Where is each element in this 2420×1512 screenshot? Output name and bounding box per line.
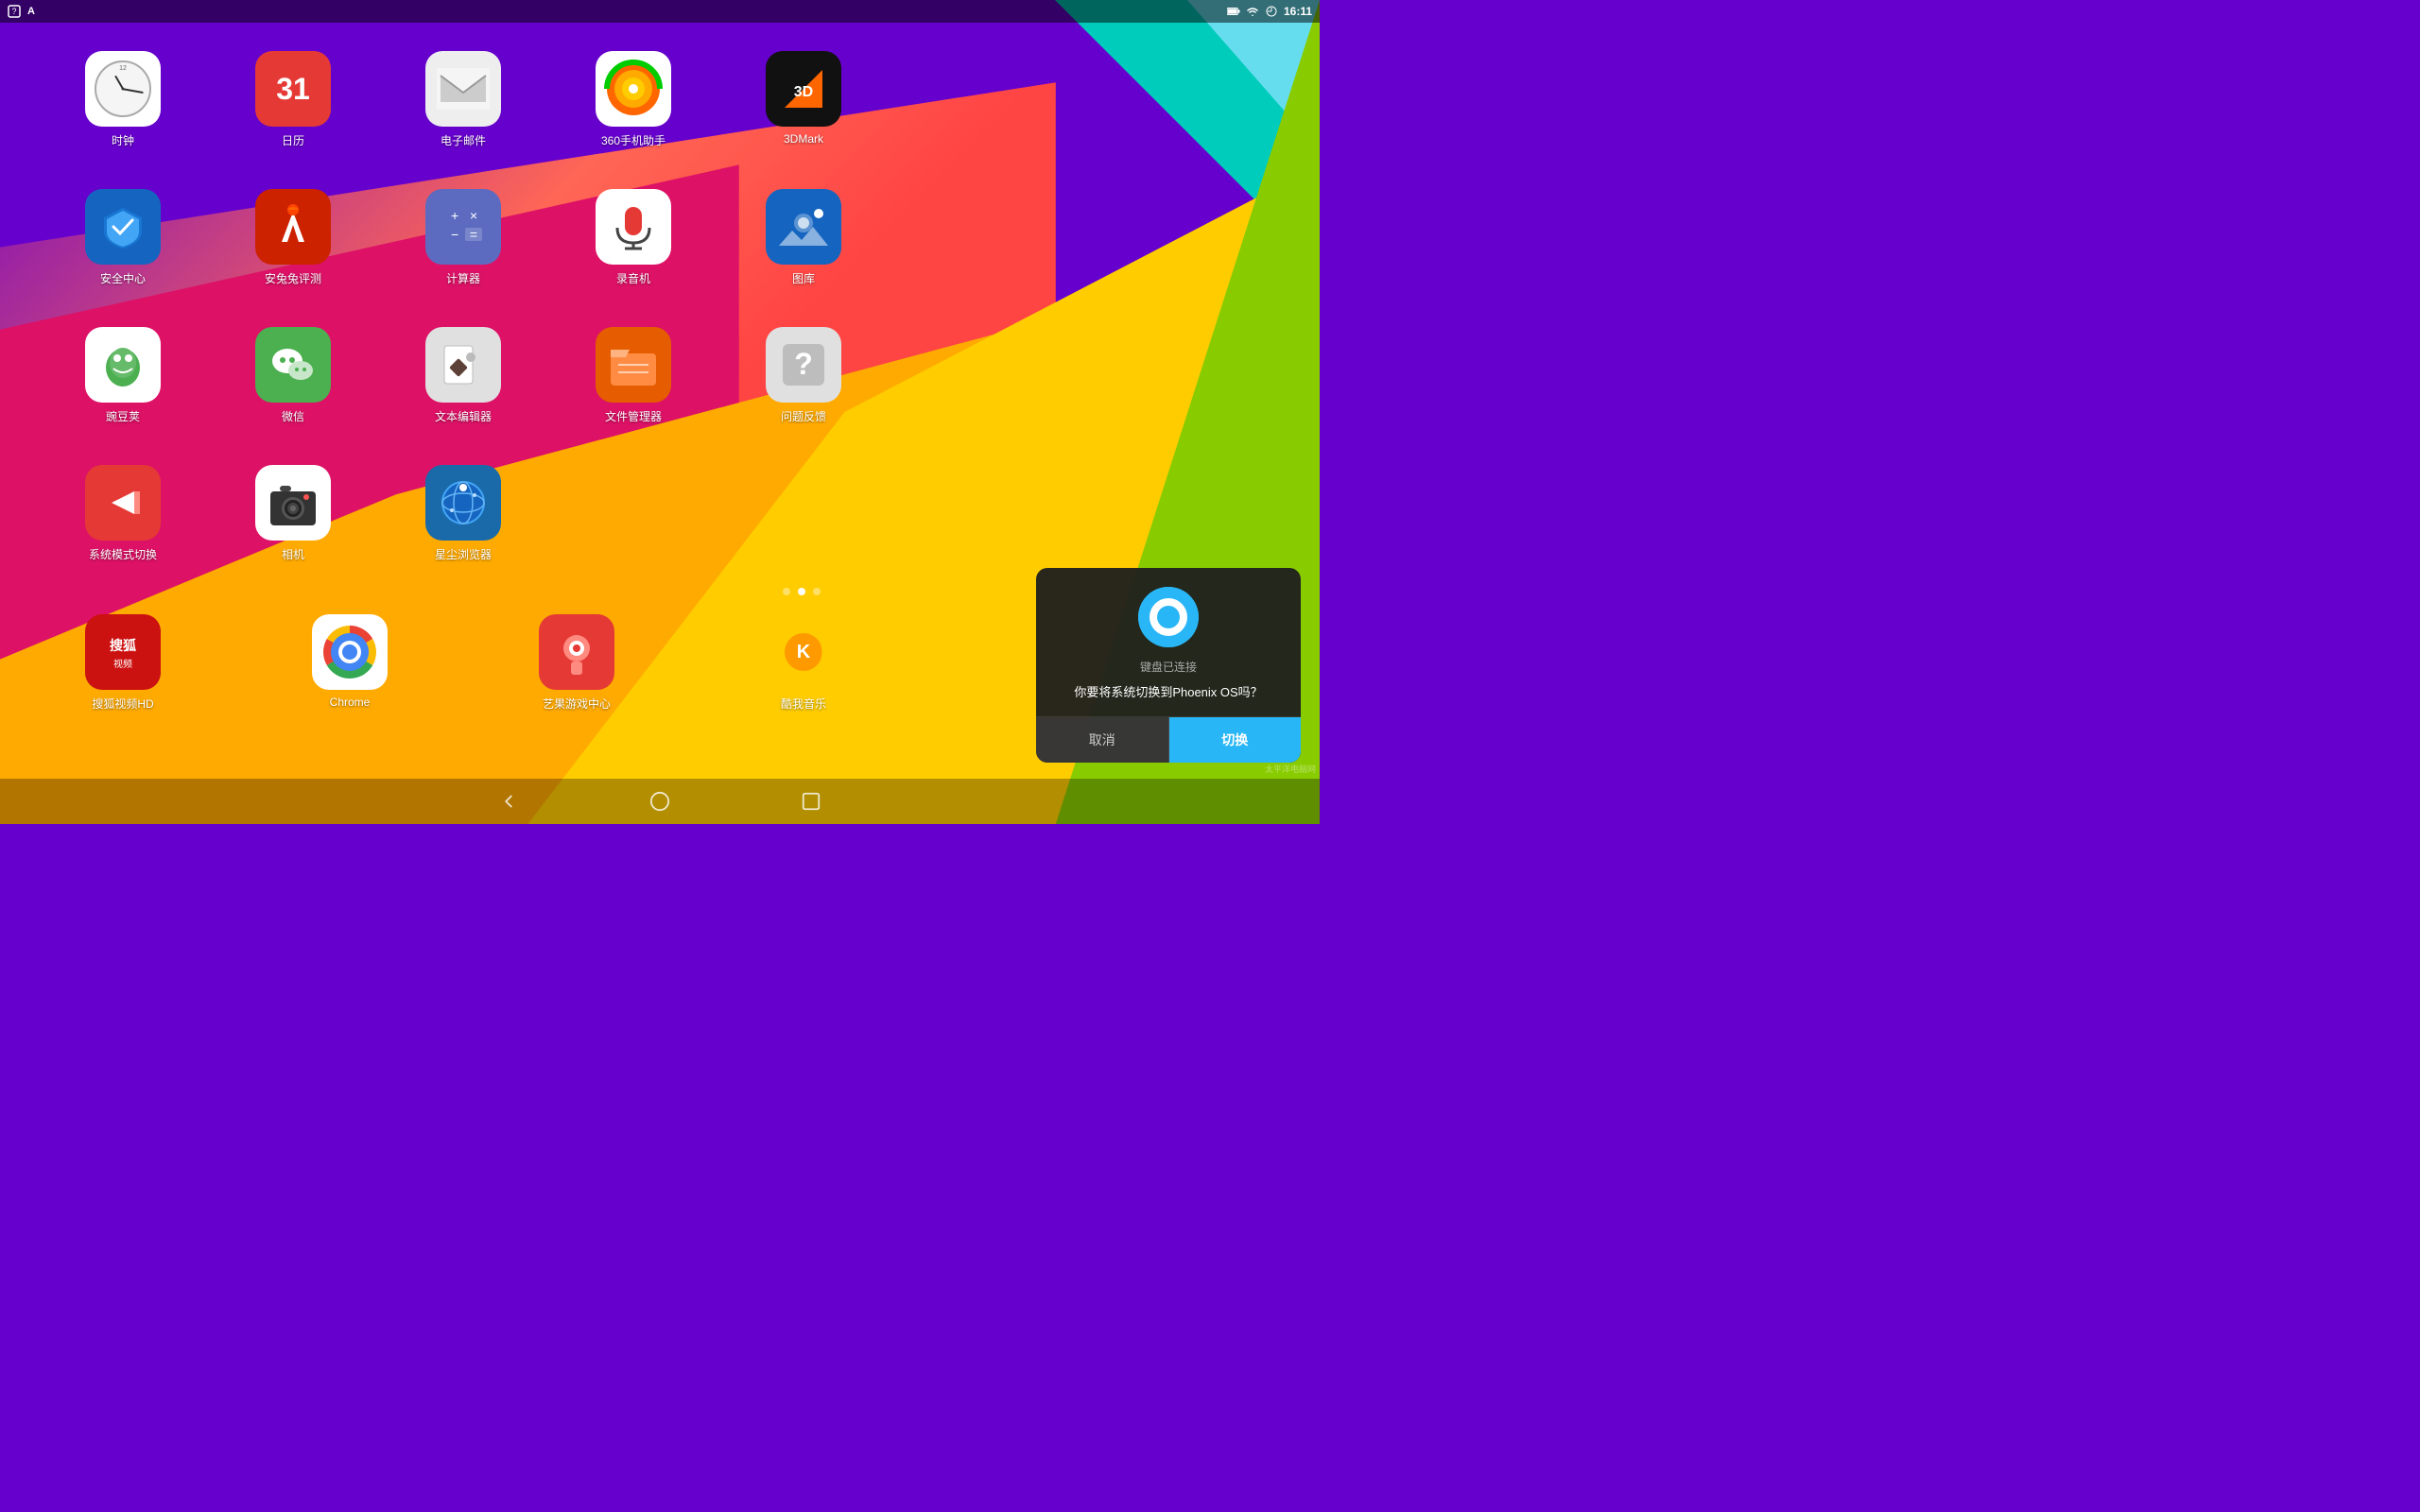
watermark: 太平洋电脑网 xyxy=(1265,763,1316,775)
a-icon: A xyxy=(25,5,38,18)
recents-button[interactable] xyxy=(792,782,830,820)
wifi-icon xyxy=(1246,5,1259,18)
status-bar-right: 16:11 xyxy=(1227,5,1312,18)
page-dot-2[interactable] xyxy=(798,588,805,595)
navigation-bar xyxy=(0,779,1320,824)
dialog-header: 键盘已连接 xyxy=(1036,568,1301,684)
app-calendar[interactable]: 31 日历 xyxy=(227,51,359,174)
dialog-buttons: 取消 切换 xyxy=(1036,716,1301,763)
app-wechat[interactable]: 微信 xyxy=(227,327,359,450)
app-wandoujia[interactable]: 豌豆荚 xyxy=(57,327,189,450)
app-camera[interactable]: 相机 xyxy=(227,465,359,588)
status-bar-left: ? A xyxy=(8,5,38,18)
phoenix-os-dialog: 键盘已连接 你要将系统切换到Phoenix OS吗？ 取消 切换 xyxy=(1036,568,1301,763)
app-chrome[interactable]: Chrome xyxy=(284,614,416,712)
app-filemanager[interactable]: 文件管理器 xyxy=(567,327,700,450)
svg-text:?: ? xyxy=(11,7,16,16)
app-gallery[interactable]: 图库 xyxy=(737,189,870,312)
dialog-message: 你要将系统切换到Phoenix OS吗？ xyxy=(1036,684,1301,716)
app-360[interactable]: 360手机助手 xyxy=(567,51,700,174)
svg-text:?: ? xyxy=(794,347,813,381)
question-icon: ? xyxy=(8,5,21,18)
app-clock[interactable]: 12 时钟 xyxy=(57,51,189,174)
app-stardust[interactable]: 星尘浏览器 xyxy=(397,465,529,588)
svg-text:视频: 视频 xyxy=(113,658,132,670)
battery-icon xyxy=(1227,5,1240,18)
dialog-cancel-button[interactable]: 取消 xyxy=(1036,717,1169,763)
svg-text:×: × xyxy=(470,208,477,223)
app-calculator[interactable]: + × − = 计算器 xyxy=(397,189,529,312)
app-switcher[interactable]: 系统模式切换 xyxy=(57,465,189,588)
page-dot-3[interactable] xyxy=(813,588,821,595)
back-button[interactable] xyxy=(490,782,527,820)
app-kugou[interactable]: K 酷我音乐 xyxy=(737,614,870,712)
app-security[interactable]: 安全中心 xyxy=(57,189,189,312)
page-dot-1[interactable] xyxy=(783,588,790,595)
app-aigo[interactable]: 艺果游戏中心 xyxy=(510,614,643,712)
dialog-confirm-button[interactable]: 切换 xyxy=(1169,717,1302,763)
signal-icon xyxy=(1265,5,1278,18)
app-3dmark[interactable]: 3D 3DMark xyxy=(737,51,870,174)
dialog-avatar xyxy=(1138,587,1199,647)
svg-text:搜狐: 搜狐 xyxy=(110,638,136,653)
svg-text:−: − xyxy=(451,227,458,242)
svg-text:=: = xyxy=(470,227,477,242)
app-antutu[interactable]: 安兔兔评测 xyxy=(227,189,359,312)
home-button[interactable] xyxy=(641,782,679,820)
app-sohu[interactable]: 搜狐 视频 搜狐视频HD xyxy=(57,614,189,712)
svg-text:K: K xyxy=(797,642,811,662)
app-email[interactable]: 电子邮件 xyxy=(397,51,529,174)
svg-text:+: + xyxy=(451,208,458,223)
svg-text:3D: 3D xyxy=(794,84,813,100)
app-feedback[interactable]: ? 问题反馈 xyxy=(737,327,870,450)
app-recorder[interactable]: 录音机 xyxy=(567,189,700,312)
status-bar: ? A 16:11 xyxy=(0,0,1320,23)
status-time: 16:11 xyxy=(1284,5,1312,18)
dialog-title-small: 键盘已连接 xyxy=(1140,659,1197,675)
app-texteditor[interactable]: 文本编辑器 xyxy=(397,327,529,450)
